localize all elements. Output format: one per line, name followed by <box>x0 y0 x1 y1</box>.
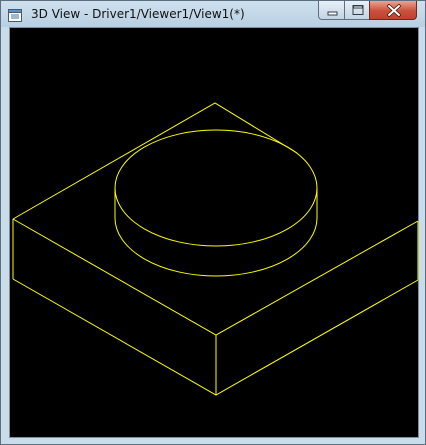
minimize-icon <box>327 11 338 16</box>
close-icon <box>387 4 401 17</box>
close-button[interactable] <box>369 1 417 20</box>
minimize-button[interactable] <box>318 1 345 20</box>
view-window-icon <box>8 7 22 22</box>
box-top-face-front <box>12 218 419 336</box>
title-bar[interactable]: 3D View - Driver1/Viewer1/View1(*) <box>1 1 425 27</box>
cylinder-top <box>114 129 318 247</box>
viewer-window: 3D View - Driver1/Viewer1/View1(*) <box>0 0 426 445</box>
box-top-face <box>12 102 298 220</box>
maximize-icon <box>352 5 364 15</box>
cylinder-bottom <box>114 217 318 277</box>
maximize-button[interactable] <box>344 1 370 20</box>
wireframe-model <box>12 102 419 396</box>
3d-viewport[interactable] <box>9 27 419 438</box>
window-title: 3D View - Driver1/Viewer1/View1(*) <box>31 7 245 21</box>
